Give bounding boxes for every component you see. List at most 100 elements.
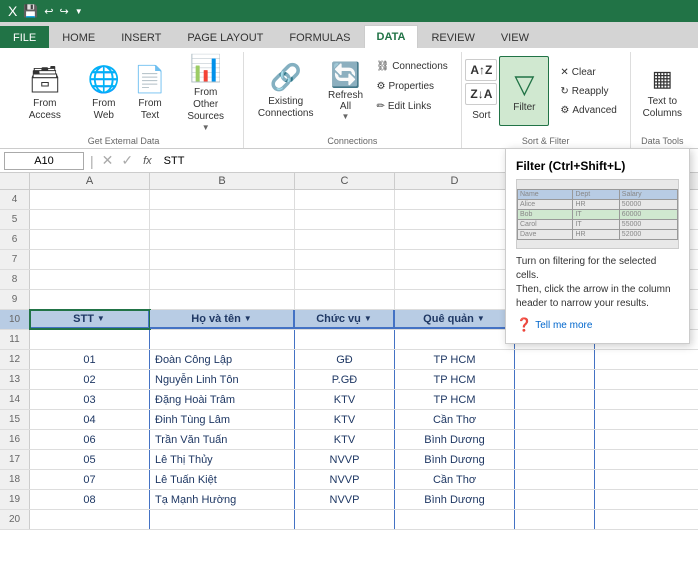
cell-a20[interactable]: [30, 510, 150, 529]
sort-button[interactable]: Sort: [467, 107, 495, 124]
cell-c13[interactable]: P.GĐ: [295, 370, 395, 389]
cell-b8[interactable]: [150, 270, 295, 289]
cell-b6[interactable]: [150, 230, 295, 249]
existing-connections-button[interactable]: 🔗 ExistingConnections: [252, 56, 320, 126]
cell-b19[interactable]: Tạ Mạnh Hường: [150, 490, 295, 509]
cell-c12[interactable]: GĐ: [295, 350, 395, 369]
cell-a8[interactable]: [30, 270, 150, 289]
cell-e19[interactable]: [515, 490, 595, 509]
cancel-formula-icon[interactable]: ✕: [100, 152, 116, 169]
cell-d13[interactable]: TP HCM: [395, 370, 515, 389]
cell-a17[interactable]: 05: [30, 450, 150, 469]
cell-d8[interactable]: [395, 270, 515, 289]
cell-a19[interactable]: 08: [30, 490, 150, 509]
cell-a14[interactable]: 03: [30, 390, 150, 409]
tab-file[interactable]: FILE: [0, 26, 49, 48]
cell-c14[interactable]: KTV: [295, 390, 395, 409]
col-header-d[interactable]: D: [395, 173, 515, 189]
cell-d4[interactable]: [395, 190, 515, 209]
cell-c7[interactable]: [295, 250, 395, 269]
cell-a18[interactable]: 07: [30, 470, 150, 489]
cell-b16[interactable]: Trần Văn Tuấn: [150, 430, 295, 449]
cell-a7[interactable]: [30, 250, 150, 269]
cell-d15[interactable]: Cần Thơ: [395, 410, 515, 429]
cell-d6[interactable]: [395, 230, 515, 249]
hoten-filter-icon[interactable]: ▼: [244, 314, 252, 323]
from-other-sources-button[interactable]: 📊 From OtherSources ▼: [174, 58, 237, 128]
cell-b14[interactable]: Đặng Hoài Trâm: [150, 390, 295, 409]
tab-home[interactable]: HOME: [49, 26, 108, 48]
cell-b18[interactable]: Lê Tuấn Kiệt: [150, 470, 295, 489]
cell-c18[interactable]: NVVP: [295, 470, 395, 489]
clear-button[interactable]: ✕ Clear: [555, 64, 621, 81]
from-text-button[interactable]: 📄 FromText: [128, 58, 172, 128]
cell-b7[interactable]: [150, 250, 295, 269]
cell-e17[interactable]: [515, 450, 595, 469]
cell-c17[interactable]: NVVP: [295, 450, 395, 469]
text-to-columns-button[interactable]: ▦ Text toColumns: [637, 58, 688, 128]
cell-c4[interactable]: [295, 190, 395, 209]
cell-a4[interactable]: [30, 190, 150, 209]
quick-access-undo[interactable]: ↩: [44, 5, 53, 18]
cell-d18[interactable]: Cần Thơ: [395, 470, 515, 489]
cell-d7[interactable]: [395, 250, 515, 269]
cell-a11[interactable]: [30, 330, 150, 349]
chucvu-filter-icon[interactable]: ▼: [364, 314, 372, 323]
cell-a16[interactable]: 06: [30, 430, 150, 449]
cell-b13[interactable]: Nguyễn Linh Tôn: [150, 370, 295, 389]
cell-d16[interactable]: Bình Dương: [395, 430, 515, 449]
cell-a6[interactable]: [30, 230, 150, 249]
cell-b20[interactable]: [150, 510, 295, 529]
refresh-all-button[interactable]: 🔄 RefreshAll ▼: [322, 56, 370, 126]
quick-access-save[interactable]: 💾: [23, 4, 38, 18]
cell-c10-header[interactable]: Chức vụ ▼: [295, 310, 395, 329]
cell-d11[interactable]: [395, 330, 515, 349]
cell-a5[interactable]: [30, 210, 150, 229]
edit-links-button[interactable]: ✏ Edit Links: [372, 98, 453, 115]
cell-d10-header[interactable]: Quê quản ▼: [395, 310, 515, 329]
advanced-button[interactable]: ⚙ Advanced: [555, 102, 621, 119]
cell-c19[interactable]: NVVP: [295, 490, 395, 509]
quick-access-redo[interactable]: ↪: [60, 5, 69, 18]
connections-button[interactable]: ⛓ Connections: [372, 58, 453, 75]
cell-b15[interactable]: Đinh Tùng Lâm: [150, 410, 295, 429]
cell-c15[interactable]: KTV: [295, 410, 395, 429]
cell-b5[interactable]: [150, 210, 295, 229]
cell-d20[interactable]: [395, 510, 515, 529]
tab-review[interactable]: REVIEW: [418, 26, 487, 48]
sort-az-button[interactable]: A↑Z: [465, 59, 497, 81]
from-access-button[interactable]: 🗃 From Access: [10, 58, 80, 128]
cell-e13[interactable]: [515, 370, 595, 389]
cell-b10-header[interactable]: Họ và tên ▼: [150, 310, 295, 329]
tab-formulas[interactable]: FORMULAS: [276, 26, 363, 48]
tab-data[interactable]: DATA: [364, 25, 419, 48]
tab-insert[interactable]: INSERT: [108, 26, 174, 48]
confirm-formula-icon[interactable]: ✓: [119, 152, 135, 169]
filter-button[interactable]: ▽ Filter: [499, 56, 549, 126]
tell-me-more-link[interactable]: ❓ Tell me more: [516, 317, 679, 333]
stt-filter-icon[interactable]: ▼: [97, 314, 105, 323]
cell-c6[interactable]: [295, 230, 395, 249]
cell-a9[interactable]: [30, 290, 150, 309]
cell-e18[interactable]: [515, 470, 595, 489]
cell-d12[interactable]: TP HCM: [395, 350, 515, 369]
cell-e12[interactable]: [515, 350, 595, 369]
cell-b4[interactable]: [150, 190, 295, 209]
cell-e16[interactable]: [515, 430, 595, 449]
cell-d19[interactable]: Bình Dương: [395, 490, 515, 509]
cell-a15[interactable]: 04: [30, 410, 150, 429]
cell-d17[interactable]: Bình Dương: [395, 450, 515, 469]
sort-za-button[interactable]: Z↓A: [465, 83, 497, 105]
cell-e20[interactable]: [515, 510, 595, 529]
col-header-c[interactable]: C: [295, 173, 395, 189]
reapply-button[interactable]: ↻ Reapply: [555, 83, 621, 100]
cell-d14[interactable]: TP HCM: [395, 390, 515, 409]
cell-a12[interactable]: 01: [30, 350, 150, 369]
cell-c9[interactable]: [295, 290, 395, 309]
cell-c5[interactable]: [295, 210, 395, 229]
col-header-a[interactable]: A: [30, 173, 150, 189]
cell-e15[interactable]: [515, 410, 595, 429]
cell-d9[interactable]: [395, 290, 515, 309]
cell-b17[interactable]: Lê Thị Thủy: [150, 450, 295, 469]
cell-b11[interactable]: [150, 330, 295, 349]
